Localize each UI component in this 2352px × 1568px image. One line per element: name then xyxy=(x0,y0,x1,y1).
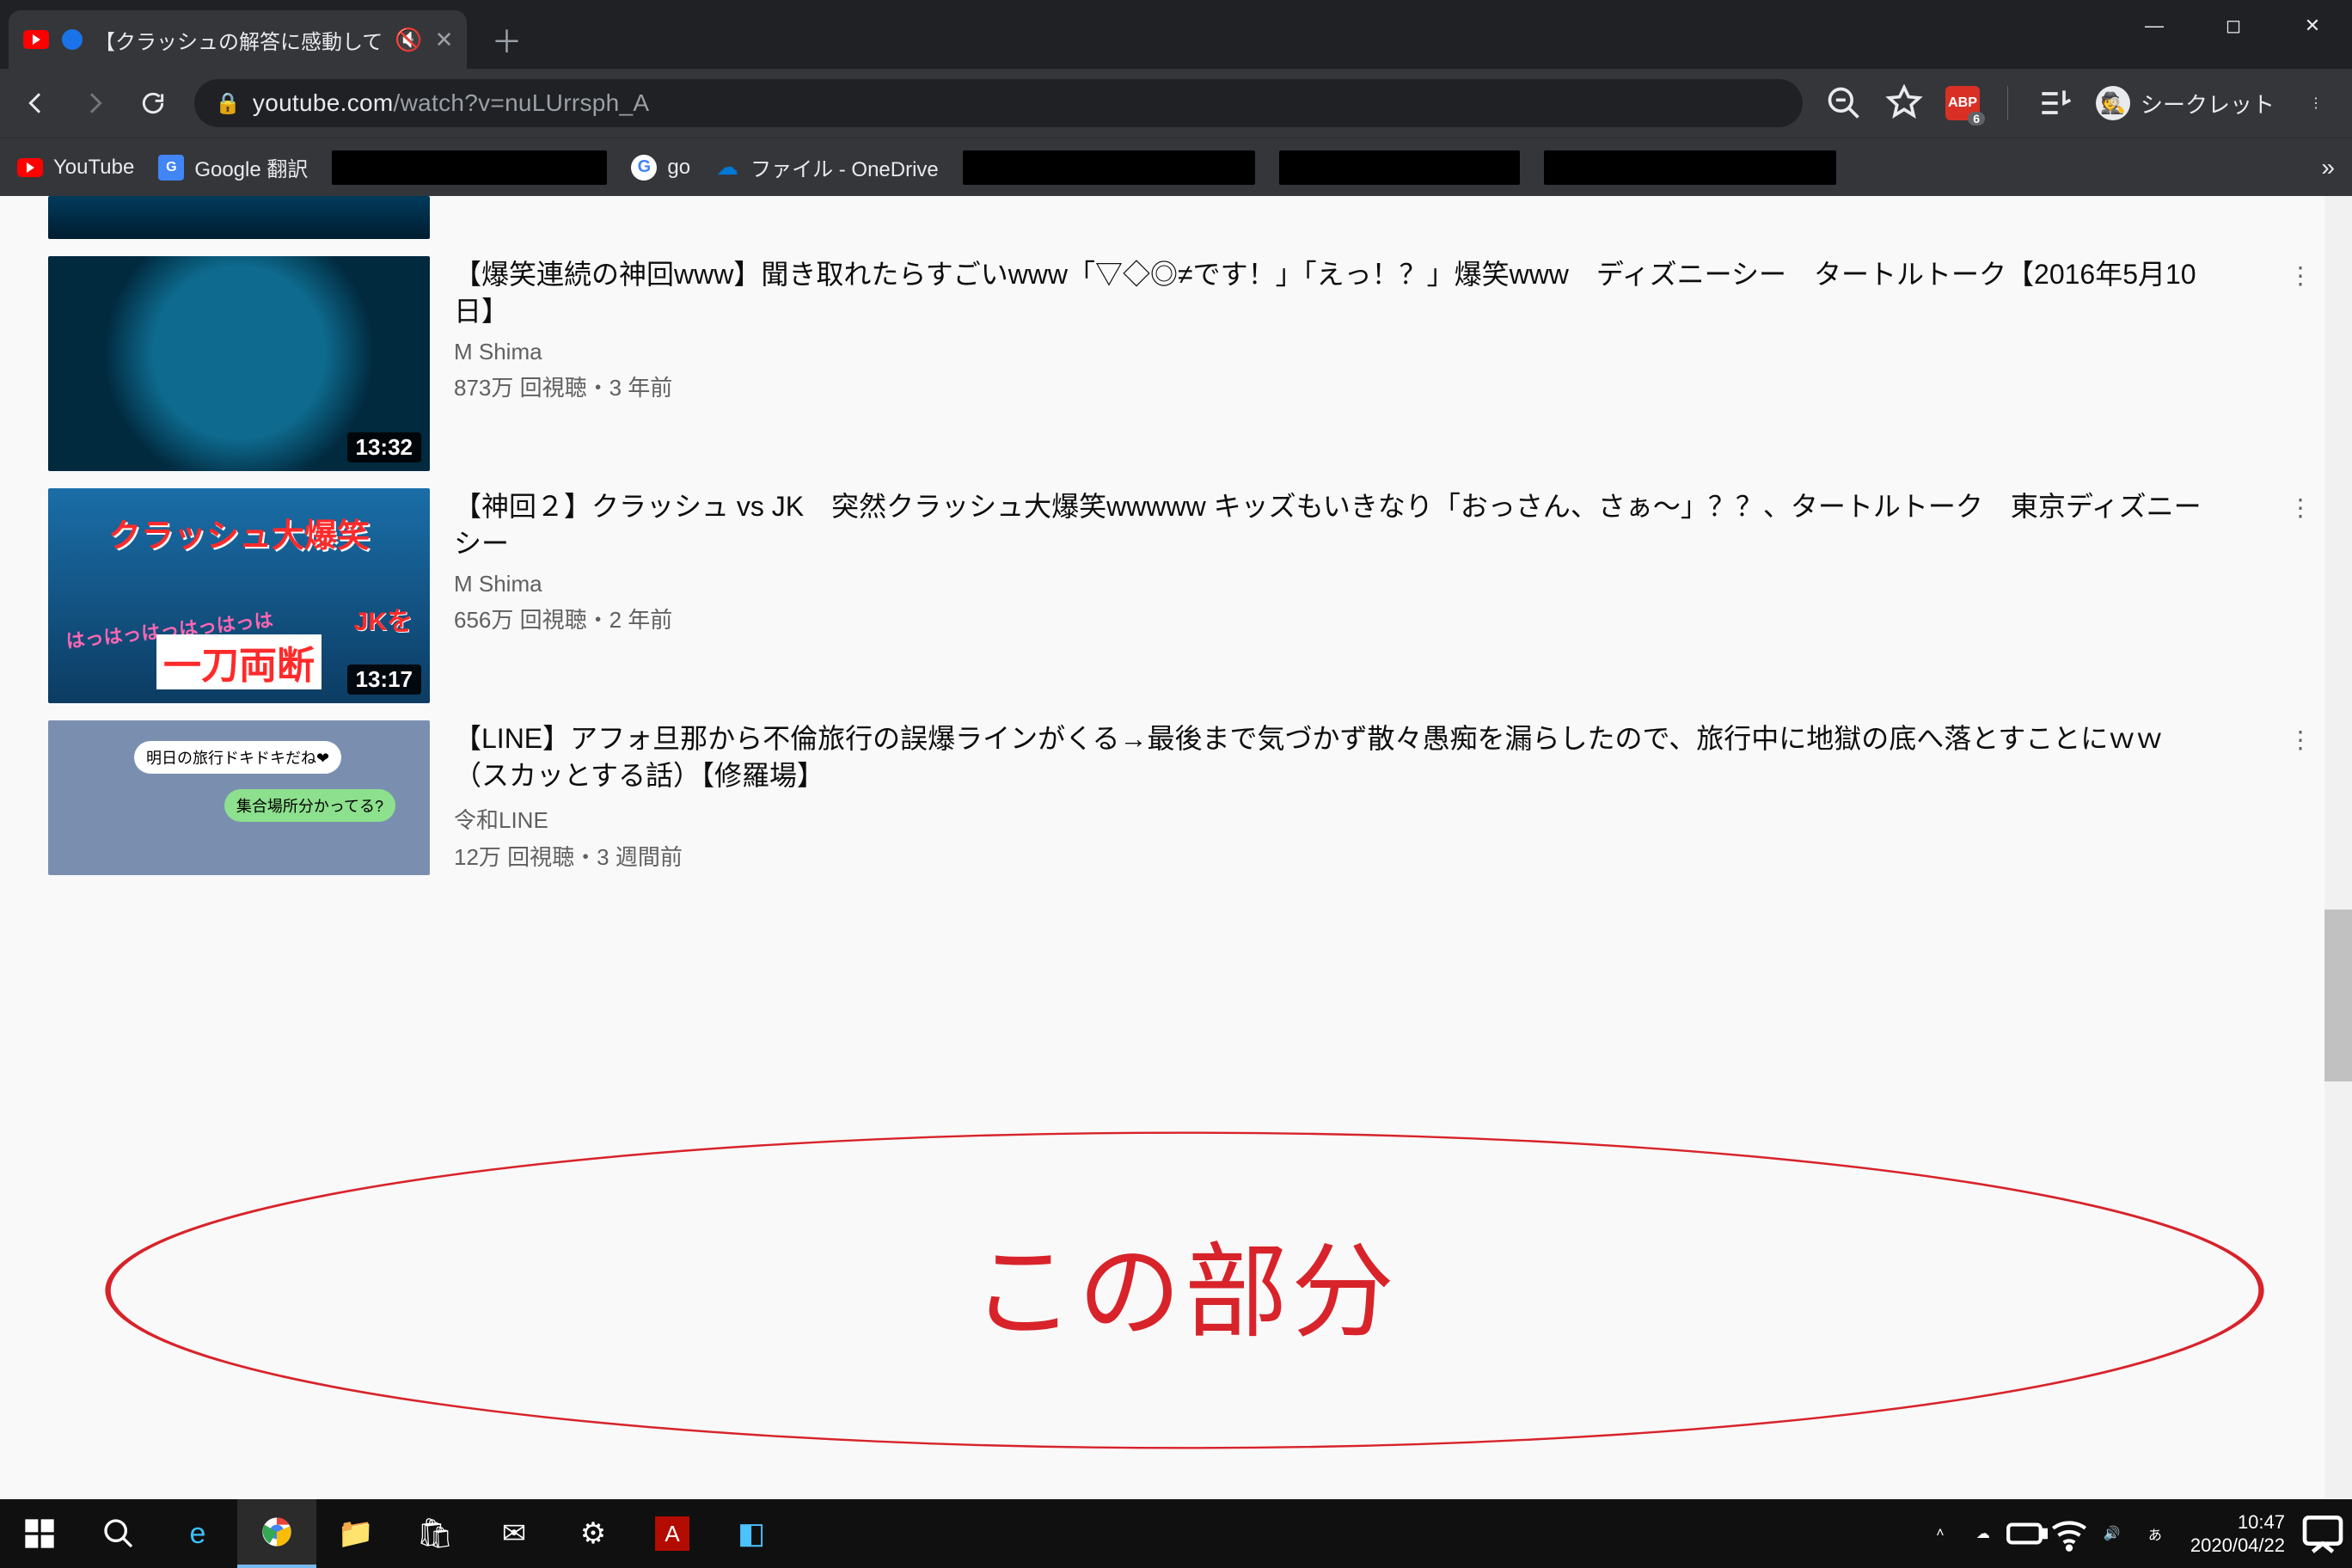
toolbar-separator xyxy=(2007,86,2008,120)
bookmark-redacted[interactable] xyxy=(1544,150,1836,185)
taskbar-chrome-icon[interactable] xyxy=(237,1499,316,1568)
window-close-button[interactable]: ✕ xyxy=(2273,0,2352,52)
tray-ime-icon[interactable]: あ xyxy=(2134,1499,2177,1568)
adblock-badge: 6 xyxy=(1968,112,1985,126)
annotation-overlay: この部分 xyxy=(86,1124,2283,1456)
video-thumbnail[interactable]: 13:32 xyxy=(48,256,430,471)
browser-tabbar: 【クラッシュの解答に感動して 🔇 ✕ ＋ ― ◻ ✕ xyxy=(0,0,2352,69)
bookmarks-overflow-button[interactable]: » xyxy=(2321,154,2335,181)
tab-close-icon[interactable]: ✕ xyxy=(435,27,454,53)
nav-reload-button[interactable] xyxy=(127,77,179,129)
bookmark-go[interactable]: Ggo xyxy=(631,155,690,181)
video-title[interactable]: 【LINE】アフォ旦那から不倫旅行の誤爆ラインがくる→最後まで気づかず散々愚痴を… xyxy=(454,720,2208,794)
video-thumbnail[interactable]: 明日の旅行ドキドキだね❤ 集合場所分かってる? xyxy=(48,720,430,875)
video-channel[interactable]: M Shima xyxy=(454,571,2208,597)
taskbar-edge-icon[interactable]: e xyxy=(158,1499,237,1568)
url-text: youtube.com/watch?v=nuLUrrsph_A xyxy=(253,89,649,117)
tab-title: 【クラッシュの解答に感動して xyxy=(95,25,383,55)
bookmark-redacted[interactable] xyxy=(332,150,607,185)
adblock-extension-icon[interactable]: ABP6 xyxy=(1945,86,1980,120)
tray-onedrive-icon[interactable]: ☁ xyxy=(1962,1499,2005,1568)
action-center-button[interactable] xyxy=(2299,1499,2347,1568)
address-bar: 🔒 youtube.com/watch?v=nuLUrrsph_A ABP6 🕵… xyxy=(0,69,2352,138)
video-menu-button[interactable]: ⋮ xyxy=(2283,256,2318,471)
video-menu-button[interactable]: ⋮ xyxy=(2283,720,2318,875)
video-channel[interactable]: M Shima xyxy=(454,339,2208,365)
video-menu-button[interactable]: ⋮ xyxy=(2283,488,2318,703)
tab-favicon-youtube-icon xyxy=(22,26,50,53)
video-stats: 12万 回視聴・3 週間前 xyxy=(454,840,2208,872)
video-row[interactable] xyxy=(48,196,2318,248)
taskbar-adobe-icon[interactable]: A xyxy=(633,1499,712,1568)
bookmark-google-translate[interactable]: GGoogle 翻訳 xyxy=(158,152,308,182)
windows-taskbar: e 📁 🛍 ✉ ⚙ A ◧ ˄ ☁ 🔊 あ 10:47 2020/04/22 xyxy=(0,1499,2352,1568)
media-control-icon[interactable] xyxy=(2036,84,2073,122)
taskbar-app-icon[interactable]: ◧ xyxy=(712,1499,791,1568)
tray-overflow-icon[interactable]: ˄ xyxy=(1919,1499,1962,1568)
video-menu-button[interactable] xyxy=(2283,196,2318,239)
new-tab-button[interactable]: ＋ xyxy=(482,15,530,64)
bookmark-redacted[interactable] xyxy=(963,150,1255,185)
annotation-text: この部分 xyxy=(971,1208,1398,1357)
vertical-scrollbar[interactable] xyxy=(2324,196,2352,1499)
video-stats: 656万 回視聴・2 年前 xyxy=(454,603,2208,634)
incognito-indicator[interactable]: 🕵 シークレット xyxy=(2096,86,2275,120)
taskbar-clock[interactable]: 10:47 2020/04/22 xyxy=(2177,1510,2299,1558)
video-row[interactable]: 明日の旅行ドキドキだね❤ 集合場所分かってる? 【LINE】アフォ旦那から不倫旅… xyxy=(48,712,2318,884)
video-duration: 13:17 xyxy=(347,665,422,695)
zoom-icon[interactable] xyxy=(1825,84,1863,122)
video-stats: 873万 回視聴・3 年前 xyxy=(454,371,2208,402)
bookmark-youtube[interactable]: YouTube xyxy=(17,155,134,181)
bookmark-star-icon[interactable] xyxy=(1885,84,1923,122)
chrome-menu-button[interactable]: ⋮ xyxy=(2297,84,2335,122)
lock-icon: 🔒 xyxy=(215,91,241,116)
taskbar-search-button[interactable] xyxy=(79,1499,158,1568)
thumb-overlay-text: 明日の旅行ドキドキだね❤ xyxy=(134,741,341,774)
thumb-overlay-text: クラッシュ大爆笑 xyxy=(48,509,430,556)
video-thumbnail[interactable]: クラッシュ大爆笑 はっはっはっはっはっは JKを 一刀両断 13:17 xyxy=(48,488,430,703)
taskbar-settings-icon[interactable]: ⚙ xyxy=(554,1499,633,1568)
nav-forward-button[interactable] xyxy=(69,77,120,129)
bookmarks-bar: YouTube GGoogle 翻訳 Ggo ☁ファイル - OneDrive … xyxy=(0,138,2352,196)
bookmark-onedrive[interactable]: ☁ファイル - OneDrive xyxy=(714,152,939,182)
thumb-overlay-text: 集合場所分かってる? xyxy=(224,789,395,822)
page-content: 13:32 【爆笑連続の神回www】聞き取れたらすごいwww「▽◇◎≠です！」「… xyxy=(0,196,2352,1499)
taskbar-explorer-icon[interactable]: 📁 xyxy=(316,1499,395,1568)
window-maximize-button[interactable]: ◻ xyxy=(2194,0,2273,52)
taskbar-store-icon[interactable]: 🛍 xyxy=(395,1499,475,1568)
nav-back-button[interactable] xyxy=(10,77,62,129)
thumb-overlay-text: 一刀両断 xyxy=(156,634,322,689)
incognito-label: シークレット xyxy=(2141,88,2275,119)
bookmark-redacted[interactable] xyxy=(1279,150,1520,185)
video-row[interactable]: クラッシュ大爆笑 はっはっはっはっはっは JKを 一刀両断 13:17 【神回２… xyxy=(48,480,2318,712)
tray-battery-icon[interactable] xyxy=(2005,1499,2048,1568)
clock-date: 2020/04/22 xyxy=(2190,1534,2285,1558)
video-title[interactable]: 【爆笑連続の神回www】聞き取れたらすごいwww「▽◇◎≠です！」「えっ！？」爆… xyxy=(454,256,2208,330)
clock-time: 10:47 xyxy=(2190,1510,2285,1534)
tab-mute-icon[interactable]: 🔇 xyxy=(395,27,422,53)
video-channel[interactable]: 令和LINE xyxy=(454,803,2208,835)
video-thumbnail[interactable] xyxy=(48,196,430,239)
window-minimize-button[interactable]: ― xyxy=(2115,0,2194,52)
browser-tab[interactable]: 【クラッシュの解答に感動して 🔇 ✕ xyxy=(9,10,467,69)
thumb-overlay-text: JKを xyxy=(354,600,413,638)
tab-loading-dot-icon xyxy=(62,29,83,50)
start-button[interactable] xyxy=(0,1499,79,1568)
video-row[interactable]: 13:32 【爆笑連続の神回www】聞き取れたらすごいwww「▽◇◎≠です！」「… xyxy=(48,248,2318,480)
video-title[interactable]: 【神回２】クラッシュ vs JK 突然クラッシュ大爆笑wwwww キッズもいきな… xyxy=(454,488,2208,562)
tray-wifi-icon[interactable] xyxy=(2048,1499,2091,1568)
scrollbar-thumb[interactable] xyxy=(2324,910,2352,1081)
url-input[interactable]: 🔒 youtube.com/watch?v=nuLUrrsph_A xyxy=(194,79,1803,127)
taskbar-mail-icon[interactable]: ✉ xyxy=(475,1499,554,1568)
tray-volume-icon[interactable]: 🔊 xyxy=(2091,1499,2134,1568)
incognito-icon: 🕵 xyxy=(2096,86,2130,120)
video-duration: 13:32 xyxy=(347,432,422,462)
related-videos-list: 13:32 【爆笑連続の神回www】聞き取れたらすごいwww「▽◇◎≠です！」「… xyxy=(0,196,2352,884)
